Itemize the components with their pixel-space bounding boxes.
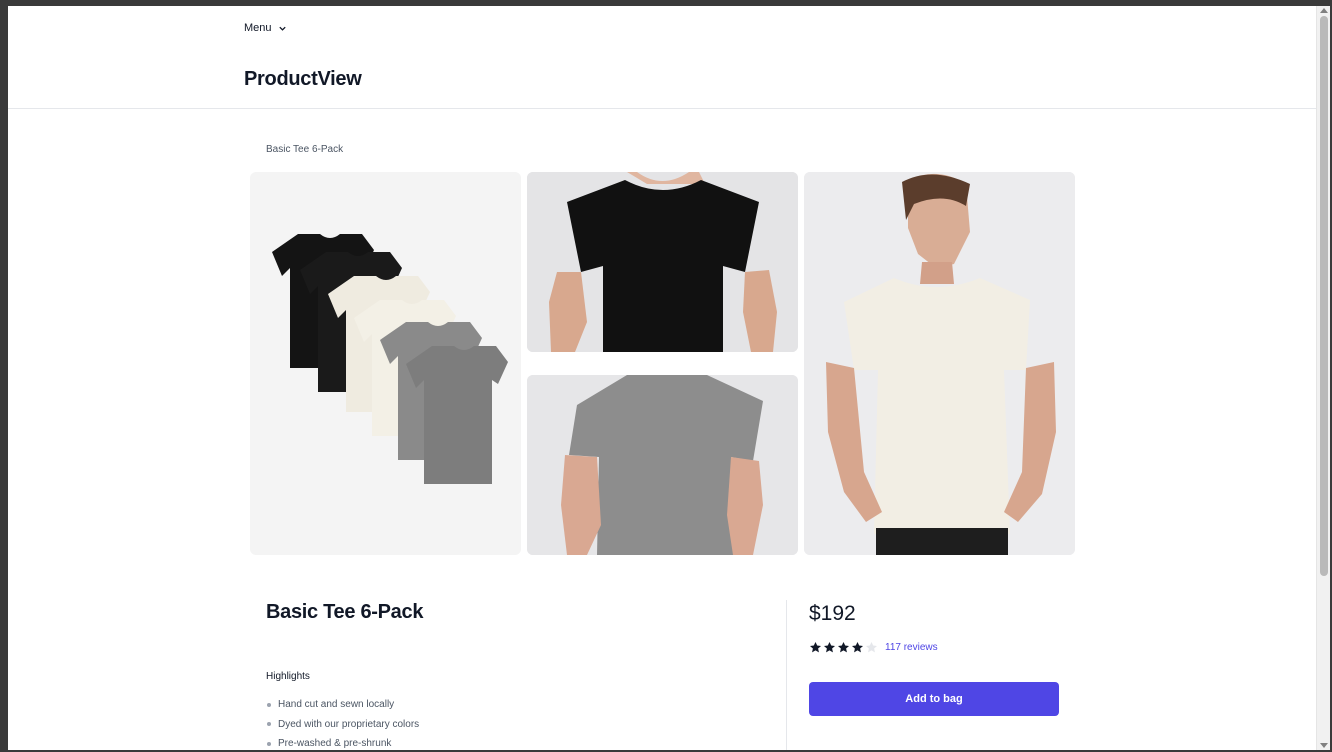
product-name: Basic Tee 6-Pack [266,601,424,623]
rating-stars [809,641,878,654]
white-tee-model-illustration [804,172,1075,555]
star-filled-icon [851,641,864,653]
star-filled-icon [823,641,836,653]
bullet-dot [267,722,271,727]
product-image-flatlay[interactable] [250,172,521,555]
app-title: ProductView [244,68,362,90]
product-image-white-tee[interactable] [804,172,1075,555]
product-image-black-tee[interactable] [527,172,798,352]
scroll-up-icon[interactable] [1320,8,1328,13]
breadcrumb[interactable]: Basic Tee 6-Pack [266,144,343,155]
highlight-item: Pre-washed & pre-shrunk [266,734,419,750]
site-header: Menu ProductView [8,6,1316,109]
highlight-item: Hand cut and sewn locally [266,695,419,715]
star-filled-icon [809,641,822,653]
add-to-bag-button[interactable]: Add to bag [809,682,1059,716]
highlight-item: Dyed with our proprietary colors [266,715,419,735]
scroll-down-icon[interactable] [1320,743,1328,748]
tee-stack-illustration [272,234,508,484]
bullet-dot [267,702,271,707]
star-filled-icon [837,641,850,653]
section-divider [786,600,787,750]
highlights-title: Highlights [266,671,310,682]
product-image-gray-tee[interactable] [527,375,798,555]
menu-button[interactable]: Menu [244,22,287,34]
bullet-dot [267,741,271,746]
star-empty-icon [865,641,878,653]
black-tee-illustration [527,172,798,352]
browser-viewport: Menu ProductView Basic Tee 6-Pack Basic … [8,6,1316,750]
gray-tee-illustration [527,375,798,555]
scrollbar-thumb[interactable] [1320,16,1328,576]
reviews-link[interactable]: 117 reviews [885,642,938,653]
menu-label: Menu [244,22,272,34]
vertical-scrollbar[interactable] [1316,6,1330,750]
product-price: $192 [809,602,856,625]
highlights-list: Hand cut and sewn locally Dyed with our … [266,695,419,750]
chevron-down-icon [278,26,286,31]
